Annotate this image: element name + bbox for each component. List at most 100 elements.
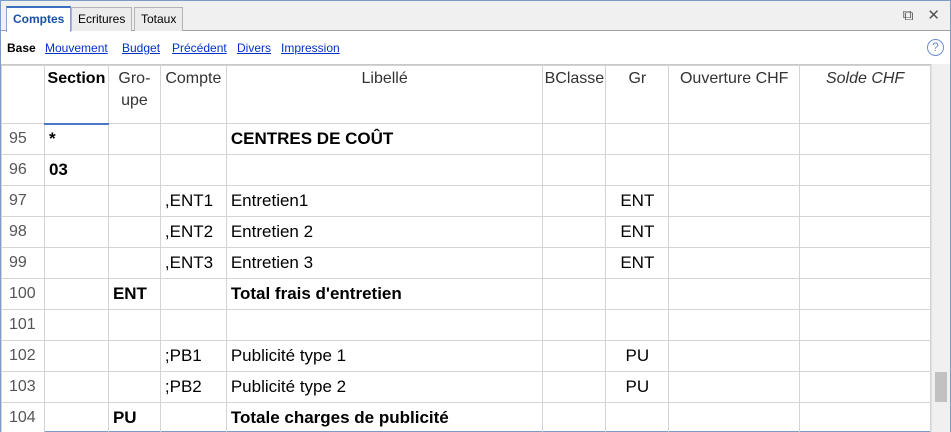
cell-compte[interactable]: ,ENT1 bbox=[159, 185, 227, 217]
table-row[interactable]: 101 bbox=[1, 309, 931, 341]
cell-solde[interactable] bbox=[799, 371, 931, 403]
cell-libelle[interactable]: Totale charges de publicité bbox=[225, 402, 544, 432]
cell-section[interactable] bbox=[43, 185, 109, 217]
view-mouvement[interactable]: Mouvement bbox=[45, 41, 108, 55]
table-row[interactable]: 98 ,ENT2 Entretien 2 ENT bbox=[1, 216, 931, 248]
cell-compte[interactable] bbox=[159, 278, 227, 310]
cell-solde[interactable] bbox=[799, 216, 931, 248]
cell-libelle[interactable] bbox=[225, 154, 544, 186]
table-row[interactable]: 103 ;PB2 Publicité type 2 PU bbox=[1, 371, 931, 403]
cell-bclasse[interactable] bbox=[542, 278, 607, 310]
restore-window-icon[interactable]: ⧉ bbox=[903, 8, 914, 23]
cell-bclasse[interactable] bbox=[542, 247, 607, 279]
cell-bclasse[interactable] bbox=[542, 402, 607, 432]
cell-section[interactable] bbox=[43, 216, 109, 248]
view-base[interactable]: Base bbox=[7, 41, 36, 55]
view-budget[interactable]: Budget bbox=[122, 41, 160, 55]
cell-solde[interactable] bbox=[799, 123, 931, 155]
cell-section[interactable]: 03 bbox=[43, 154, 109, 186]
cell-groupe[interactable]: PU bbox=[107, 402, 161, 432]
cell-bclasse[interactable] bbox=[542, 371, 607, 403]
cell-ouverture[interactable] bbox=[668, 402, 801, 432]
cell-gr[interactable]: PU bbox=[605, 371, 670, 403]
cell-compte[interactable] bbox=[159, 309, 227, 341]
tab-ecritures[interactable]: Ecritures bbox=[71, 7, 133, 31]
cell-libelle[interactable]: Publicité type 1 bbox=[225, 340, 544, 372]
cell-gr[interactable]: ENT bbox=[605, 247, 670, 279]
cell-ouverture[interactable] bbox=[668, 278, 801, 310]
cell-groupe[interactable]: ENT bbox=[107, 278, 161, 310]
cell-bclasse[interactable] bbox=[542, 340, 607, 372]
cell-libelle[interactable]: Total frais d'entretien bbox=[225, 278, 544, 310]
table-row[interactable]: 96 03 bbox=[1, 154, 931, 186]
cell-groupe[interactable] bbox=[107, 309, 161, 341]
cell-ouverture[interactable] bbox=[668, 123, 801, 155]
cell-bclasse[interactable] bbox=[542, 154, 607, 186]
cell-section[interactable] bbox=[43, 402, 109, 432]
column-header-section[interactable]: Section bbox=[43, 65, 109, 125]
cell-section[interactable] bbox=[43, 247, 109, 279]
cell-section[interactable] bbox=[43, 278, 109, 310]
cell-libelle[interactable]: CENTRES DE COÛT bbox=[225, 123, 544, 155]
cell-ouverture[interactable] bbox=[668, 154, 801, 186]
tab-totaux[interactable]: Totaux bbox=[134, 7, 184, 31]
column-header-solde[interactable]: Solde CHF bbox=[799, 65, 931, 124]
cell-bclasse[interactable] bbox=[542, 123, 607, 155]
cell-gr[interactable]: ENT bbox=[605, 216, 670, 248]
cell-libelle[interactable] bbox=[225, 309, 544, 341]
view-divers[interactable]: Divers bbox=[237, 41, 271, 55]
cell-gr[interactable] bbox=[605, 154, 670, 186]
cell-ouverture[interactable] bbox=[668, 309, 801, 341]
tab-comptes[interactable]: Comptes bbox=[6, 6, 72, 32]
cell-groupe[interactable] bbox=[107, 216, 161, 248]
cell-ouverture[interactable] bbox=[668, 371, 801, 403]
cell-gr[interactable] bbox=[605, 402, 670, 432]
column-header-bclasse[interactable]: BClasse bbox=[542, 65, 607, 124]
cell-section[interactable] bbox=[43, 371, 109, 403]
cell-solde[interactable] bbox=[799, 402, 931, 432]
cell-groupe[interactable] bbox=[107, 154, 161, 186]
table-row[interactable]: 104 PU Totale charges de publicité bbox=[1, 402, 931, 432]
column-header-gr[interactable]: Gr bbox=[605, 65, 670, 124]
cell-section[interactable] bbox=[43, 309, 109, 341]
cell-bclasse[interactable] bbox=[542, 216, 607, 248]
cell-bclasse[interactable] bbox=[542, 309, 607, 341]
cell-groupe[interactable] bbox=[107, 123, 161, 155]
help-icon[interactable]: ? bbox=[927, 39, 944, 56]
cell-section[interactable] bbox=[43, 340, 109, 372]
cell-groupe[interactable] bbox=[107, 371, 161, 403]
cell-libelle[interactable]: Entretien 2 bbox=[225, 216, 544, 248]
table-row[interactable]: 100 ENT Total frais d'entretien bbox=[1, 278, 931, 310]
table-row[interactable]: 97 ,ENT1 Entretien1 ENT bbox=[1, 185, 931, 217]
cell-compte[interactable]: ,ENT2 bbox=[159, 216, 227, 248]
cell-ouverture[interactable] bbox=[668, 185, 801, 217]
cell-compte[interactable] bbox=[159, 154, 227, 186]
cell-solde[interactable] bbox=[799, 309, 931, 341]
column-header-groupe[interactable]: Gro-upe bbox=[107, 65, 161, 124]
view-impression[interactable]: Impression bbox=[281, 41, 340, 55]
cell-gr[interactable] bbox=[605, 309, 670, 341]
close-icon[interactable]: ✕ bbox=[927, 8, 940, 23]
cell-compte[interactable]: ;PB2 bbox=[159, 371, 227, 403]
cell-solde[interactable] bbox=[799, 340, 931, 372]
cell-compte[interactable]: ;PB1 bbox=[159, 340, 227, 372]
cell-solde[interactable] bbox=[799, 154, 931, 186]
cell-gr[interactable] bbox=[605, 278, 670, 310]
cell-groupe[interactable] bbox=[107, 185, 161, 217]
table-row[interactable]: 95 * CENTRES DE COÛT bbox=[1, 123, 931, 155]
view-precedent[interactable]: Précédent bbox=[172, 41, 227, 55]
cell-gr[interactable] bbox=[605, 123, 670, 155]
vertical-scrollbar[interactable] bbox=[931, 64, 950, 432]
cell-solde[interactable] bbox=[799, 278, 931, 310]
cell-solde[interactable] bbox=[799, 247, 931, 279]
cell-compte[interactable] bbox=[159, 123, 227, 155]
cell-ouverture[interactable] bbox=[668, 340, 801, 372]
column-header-compte[interactable]: Compte bbox=[159, 65, 227, 124]
table-row[interactable]: 99 ,ENT3 Entretien 3 ENT bbox=[1, 247, 931, 279]
cell-section[interactable]: * bbox=[43, 123, 109, 155]
cell-ouverture[interactable] bbox=[668, 247, 801, 279]
cell-bclasse[interactable] bbox=[542, 185, 607, 217]
cell-libelle[interactable]: Publicité type 2 bbox=[225, 371, 544, 403]
cell-compte[interactable] bbox=[159, 402, 227, 432]
cell-groupe[interactable] bbox=[107, 340, 161, 372]
